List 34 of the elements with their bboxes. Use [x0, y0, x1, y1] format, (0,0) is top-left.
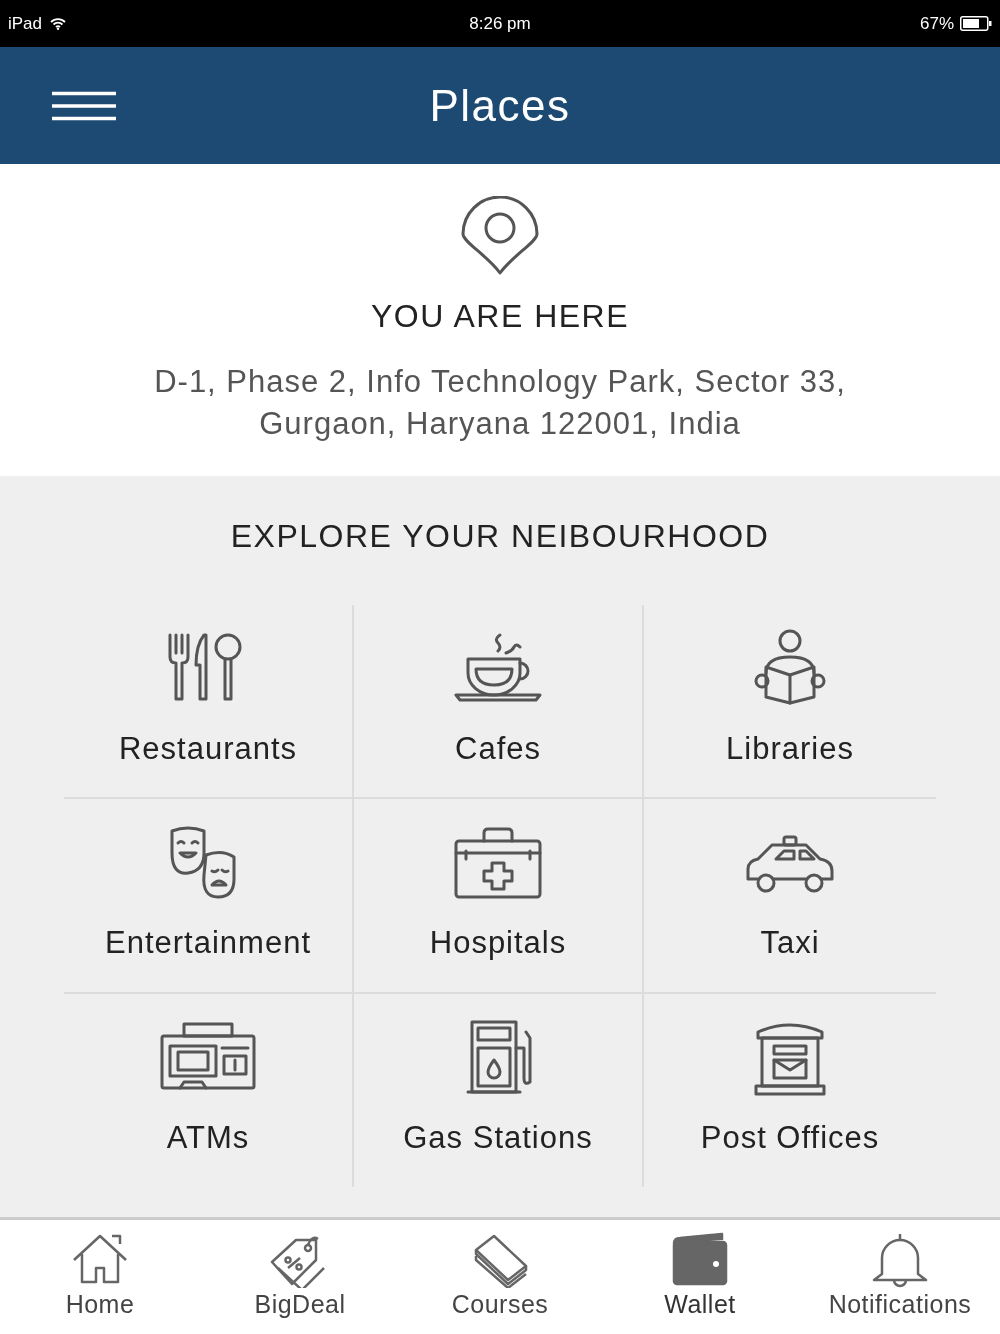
- location-pin-icon: [460, 196, 540, 276]
- battery-icon: [960, 16, 992, 31]
- place-label: Hospitals: [429, 925, 567, 961]
- tab-button[interactable]: Notifications: [800, 1230, 1000, 1334]
- place-tile[interactable]: Post Offices: [644, 994, 936, 1187]
- place-tile[interactable]: ATMs: [64, 994, 354, 1187]
- place-tile[interactable]: Entertainment: [64, 799, 354, 994]
- clock: 8:26 pm: [469, 13, 531, 33]
- place-tile[interactable]: Hospitals: [354, 799, 644, 994]
- place-label: Entertainment: [105, 925, 311, 961]
- place-label: Post Offices: [700, 1120, 880, 1156]
- page-title: Places: [429, 80, 571, 131]
- place-label: Libraries: [726, 731, 854, 767]
- place-tile[interactable]: Taxi: [644, 799, 936, 994]
- place-label: Gas Stations: [403, 1120, 593, 1156]
- explore-heading: EXPLORE YOUR NEIBOURHOOD: [230, 518, 770, 555]
- place-tile[interactable]: Gas Stations: [354, 994, 644, 1187]
- tab-button[interactable]: Wallet: [600, 1230, 800, 1334]
- place-label: ATMs: [166, 1120, 250, 1156]
- place-tile[interactable]: Restaurants: [64, 605, 354, 799]
- battery-percent: 67%: [919, 13, 954, 34]
- place-label: Restaurants: [118, 731, 298, 767]
- tab-button[interactable]: BigDeal: [200, 1230, 400, 1334]
- place-tile[interactable]: Libraries: [644, 605, 936, 799]
- location-heading: YOU ARE HERE: [370, 298, 630, 335]
- wifi-icon: [50, 17, 67, 30]
- tab-button[interactable]: Home: [0, 1230, 200, 1334]
- menu-button[interactable]: [52, 91, 116, 121]
- current-address: D-1, Phase 2, Info Technology Park, Sector 33, Gurgaon, Haryana 122001, India: [153, 363, 847, 443]
- device-name: iPad: [8, 13, 43, 34]
- place-label: Cafes: [455, 731, 541, 767]
- tab-button[interactable]: Courses: [400, 1230, 600, 1334]
- place-tile[interactable]: Cafes: [354, 605, 644, 799]
- place-label: Taxi: [760, 925, 820, 961]
